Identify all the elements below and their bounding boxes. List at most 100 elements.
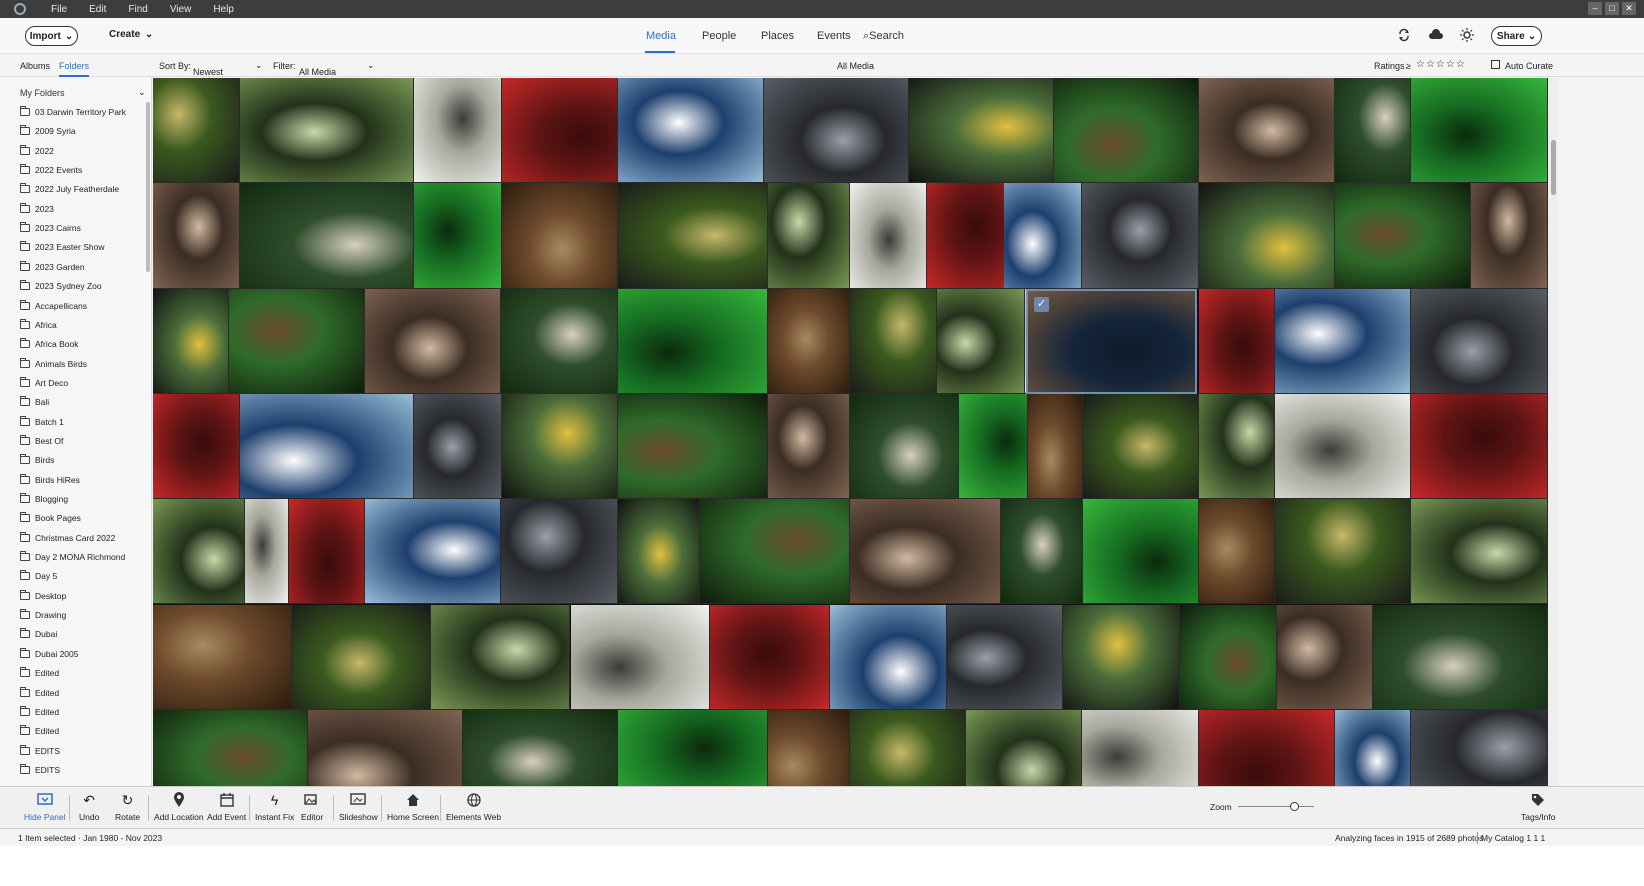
folder-item[interactable]: 2009 Syria bbox=[20, 124, 76, 138]
photo-thumbnail[interactable] bbox=[700, 499, 850, 605]
close-icon[interactable]: ✕ bbox=[1622, 2, 1636, 15]
folder-item[interactable]: 2022 July Featherdale bbox=[20, 182, 119, 196]
photo-thumbnail[interactable] bbox=[240, 78, 414, 184]
grid-scrollbar[interactable] bbox=[1548, 78, 1558, 786]
photo-thumbnail[interactable] bbox=[1199, 78, 1335, 184]
minimize-icon[interactable]: – bbox=[1588, 2, 1602, 15]
photo-thumbnail[interactable] bbox=[502, 78, 618, 184]
photo-thumbnail[interactable] bbox=[245, 499, 289, 605]
rotate-button[interactable]: ↻ Rotate bbox=[115, 792, 140, 823]
folder-item[interactable]: 2023 Cairns bbox=[20, 221, 81, 235]
photo-thumbnail[interactable] bbox=[710, 604, 830, 710]
photo-thumbnail[interactable] bbox=[1275, 288, 1411, 394]
photo-thumbnail[interactable] bbox=[1411, 499, 1548, 605]
photo-thumbnail[interactable] bbox=[947, 604, 1063, 710]
photo-thumbnail[interactable] bbox=[1054, 78, 1199, 184]
photo-thumbnail[interactable] bbox=[1004, 183, 1082, 289]
auto-curate-checkbox[interactable] bbox=[1491, 60, 1500, 69]
folder-item[interactable]: 2022 bbox=[20, 144, 54, 158]
tab-events[interactable]: Events bbox=[817, 30, 851, 42]
add-location-button[interactable]: Add Location bbox=[154, 792, 204, 822]
photo-thumbnail[interactable] bbox=[1001, 499, 1083, 605]
photo-thumbnail[interactable] bbox=[1028, 393, 1083, 500]
zoom-slider[interactable] bbox=[1238, 802, 1314, 811]
instant-fix-button[interactable]: ϟ Instant Fix bbox=[255, 792, 294, 822]
photo-thumbnail[interactable] bbox=[768, 183, 850, 289]
photo-thumbnail[interactable] bbox=[1083, 393, 1199, 500]
photo-thumbnail[interactable] bbox=[289, 499, 365, 605]
maximize-icon[interactable]: □ bbox=[1605, 2, 1619, 15]
share-button[interactable]: Share ⌄ bbox=[1491, 26, 1542, 46]
photo-thumbnail[interactable] bbox=[1199, 499, 1275, 605]
photo-thumbnail[interactable] bbox=[1471, 183, 1548, 289]
photo-thumbnail[interactable] bbox=[153, 709, 308, 786]
folder-item[interactable]: Africa Book bbox=[20, 337, 78, 351]
photo-thumbnail[interactable] bbox=[1335, 78, 1411, 184]
photo-thumbnail[interactable] bbox=[501, 499, 618, 605]
folder-item[interactable]: 03 Darwin Territory Park bbox=[20, 105, 126, 119]
folder-item[interactable]: 2023 bbox=[20, 202, 54, 216]
folder-item[interactable]: EDITS bbox=[20, 763, 60, 777]
folder-item[interactable]: 2022 Events bbox=[20, 163, 82, 177]
photo-thumbnail[interactable] bbox=[1082, 709, 1199, 786]
photo-thumbnail[interactable] bbox=[937, 288, 1025, 394]
photo-thumbnail[interactable] bbox=[153, 78, 240, 184]
tags-info-button[interactable]: Tags/Info bbox=[1521, 792, 1556, 822]
create-button[interactable]: Create ⌄ bbox=[109, 29, 153, 40]
my-folders-header[interactable]: My Folders bbox=[20, 88, 65, 98]
elements-web-button[interactable]: Elements Web bbox=[446, 792, 501, 822]
photo-thumbnail[interactable] bbox=[502, 183, 618, 289]
folder-item[interactable]: Bali bbox=[20, 395, 49, 409]
tab-places[interactable]: Places bbox=[761, 30, 794, 42]
photo-thumbnail[interactable] bbox=[414, 393, 502, 500]
folder-item[interactable]: 2023 Sydney Zoo bbox=[20, 279, 102, 293]
photo-thumbnail[interactable] bbox=[1199, 183, 1335, 289]
photo-thumbnail[interactable] bbox=[764, 78, 909, 184]
folder-item[interactable]: Birds HiRes bbox=[20, 473, 80, 487]
menu-view[interactable]: View bbox=[159, 4, 203, 15]
photo-thumbnail[interactable] bbox=[850, 709, 966, 786]
slideshow-button[interactable]: Slideshow bbox=[339, 792, 378, 822]
photo-thumbnail[interactable] bbox=[229, 288, 365, 394]
ratings-stars[interactable]: ☆☆☆☆☆ bbox=[1416, 59, 1466, 70]
menu-find[interactable]: Find bbox=[117, 4, 158, 15]
folder-item[interactable]: 2023 Easter Show bbox=[20, 240, 104, 254]
photo-thumbnail[interactable] bbox=[1411, 393, 1548, 500]
photo-thumbnail[interactable] bbox=[414, 183, 502, 289]
photo-thumbnail[interactable] bbox=[768, 393, 850, 500]
photo-thumbnail[interactable] bbox=[618, 183, 768, 289]
folder-item[interactable]: Accapellicans bbox=[20, 299, 87, 313]
folder-item[interactable]: Best Of bbox=[20, 434, 63, 448]
photo-thumbnail[interactable] bbox=[768, 288, 850, 394]
folder-item[interactable]: Dubai bbox=[20, 627, 57, 641]
brightness-icon[interactable] bbox=[1460, 28, 1474, 42]
folder-item[interactable]: Christmas Card 2022 bbox=[20, 531, 115, 545]
tab-media[interactable]: Media bbox=[646, 30, 676, 42]
menu-file[interactable]: File bbox=[40, 4, 78, 15]
photo-thumbnail[interactable] bbox=[1082, 183, 1199, 289]
chevron-down-icon[interactable]: ⌄ bbox=[138, 87, 146, 98]
selection-check-icon[interactable]: ✓ bbox=[1034, 296, 1049, 312]
folder-item[interactable]: Desktop bbox=[20, 589, 66, 603]
photo-thumbnail[interactable] bbox=[431, 604, 570, 710]
photo-thumbnail[interactable] bbox=[502, 393, 618, 500]
home-screen-button[interactable]: Home Screen bbox=[387, 792, 439, 822]
add-event-button[interactable]: Add Event bbox=[207, 792, 246, 822]
tab-albums[interactable]: Albums bbox=[20, 61, 50, 71]
menu-help[interactable]: Help bbox=[202, 4, 245, 15]
folder-item[interactable]: Day 5 bbox=[20, 569, 57, 583]
import-button[interactable]: Import ⌄ bbox=[25, 26, 78, 46]
photo-thumbnail[interactable] bbox=[308, 709, 463, 786]
tab-people[interactable]: People bbox=[702, 30, 736, 42]
sidebar-scrollbar[interactable] bbox=[146, 102, 150, 272]
photo-thumbnail[interactable] bbox=[153, 393, 240, 500]
photo-thumbnail[interactable] bbox=[1275, 393, 1411, 500]
sync-icon[interactable] bbox=[1397, 28, 1411, 42]
editor-button[interactable]: Editor bbox=[301, 792, 323, 822]
photo-thumbnail[interactable] bbox=[153, 288, 229, 394]
photo-thumbnail[interactable] bbox=[850, 288, 937, 394]
photo-thumbnail[interactable] bbox=[1180, 604, 1277, 710]
photo-thumbnail[interactable] bbox=[240, 393, 414, 500]
zoom-slider-thumb[interactable] bbox=[1289, 802, 1299, 811]
photo-thumbnail[interactable] bbox=[153, 183, 240, 289]
